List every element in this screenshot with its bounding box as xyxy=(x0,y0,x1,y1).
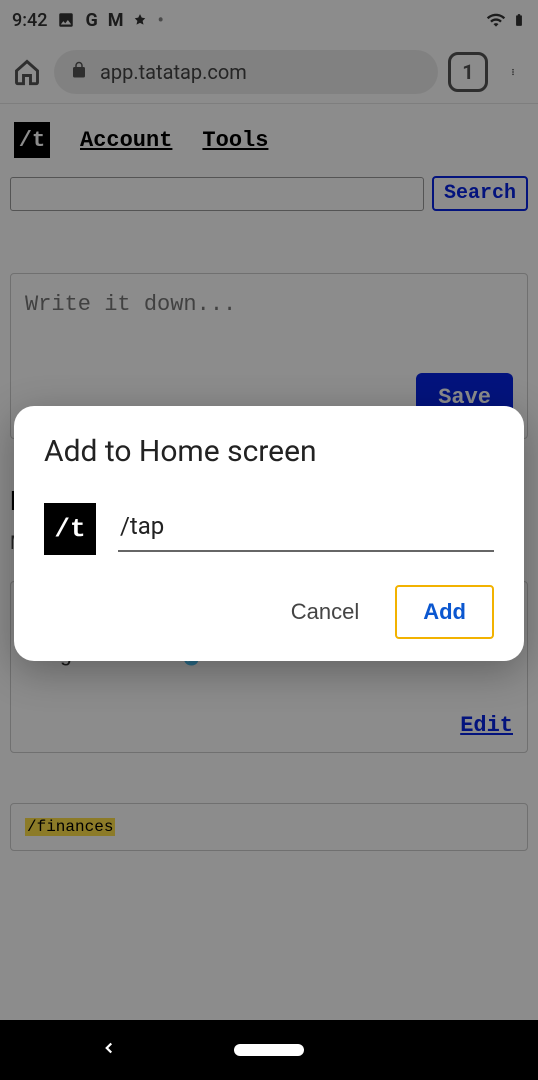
dialog-title: Add to Home screen xyxy=(44,434,494,469)
shortcut-name-input[interactable] xyxy=(118,506,494,552)
cancel-button[interactable]: Cancel xyxy=(265,585,385,639)
add-to-homescreen-dialog: Add to Home screen /t Cancel Add xyxy=(14,406,524,661)
back-button[interactable] xyxy=(100,1039,118,1061)
system-navbar xyxy=(0,1020,538,1080)
add-button[interactable]: Add xyxy=(395,585,494,639)
home-gesture-pill[interactable] xyxy=(234,1044,304,1056)
dialog-app-icon: /t xyxy=(44,503,96,555)
